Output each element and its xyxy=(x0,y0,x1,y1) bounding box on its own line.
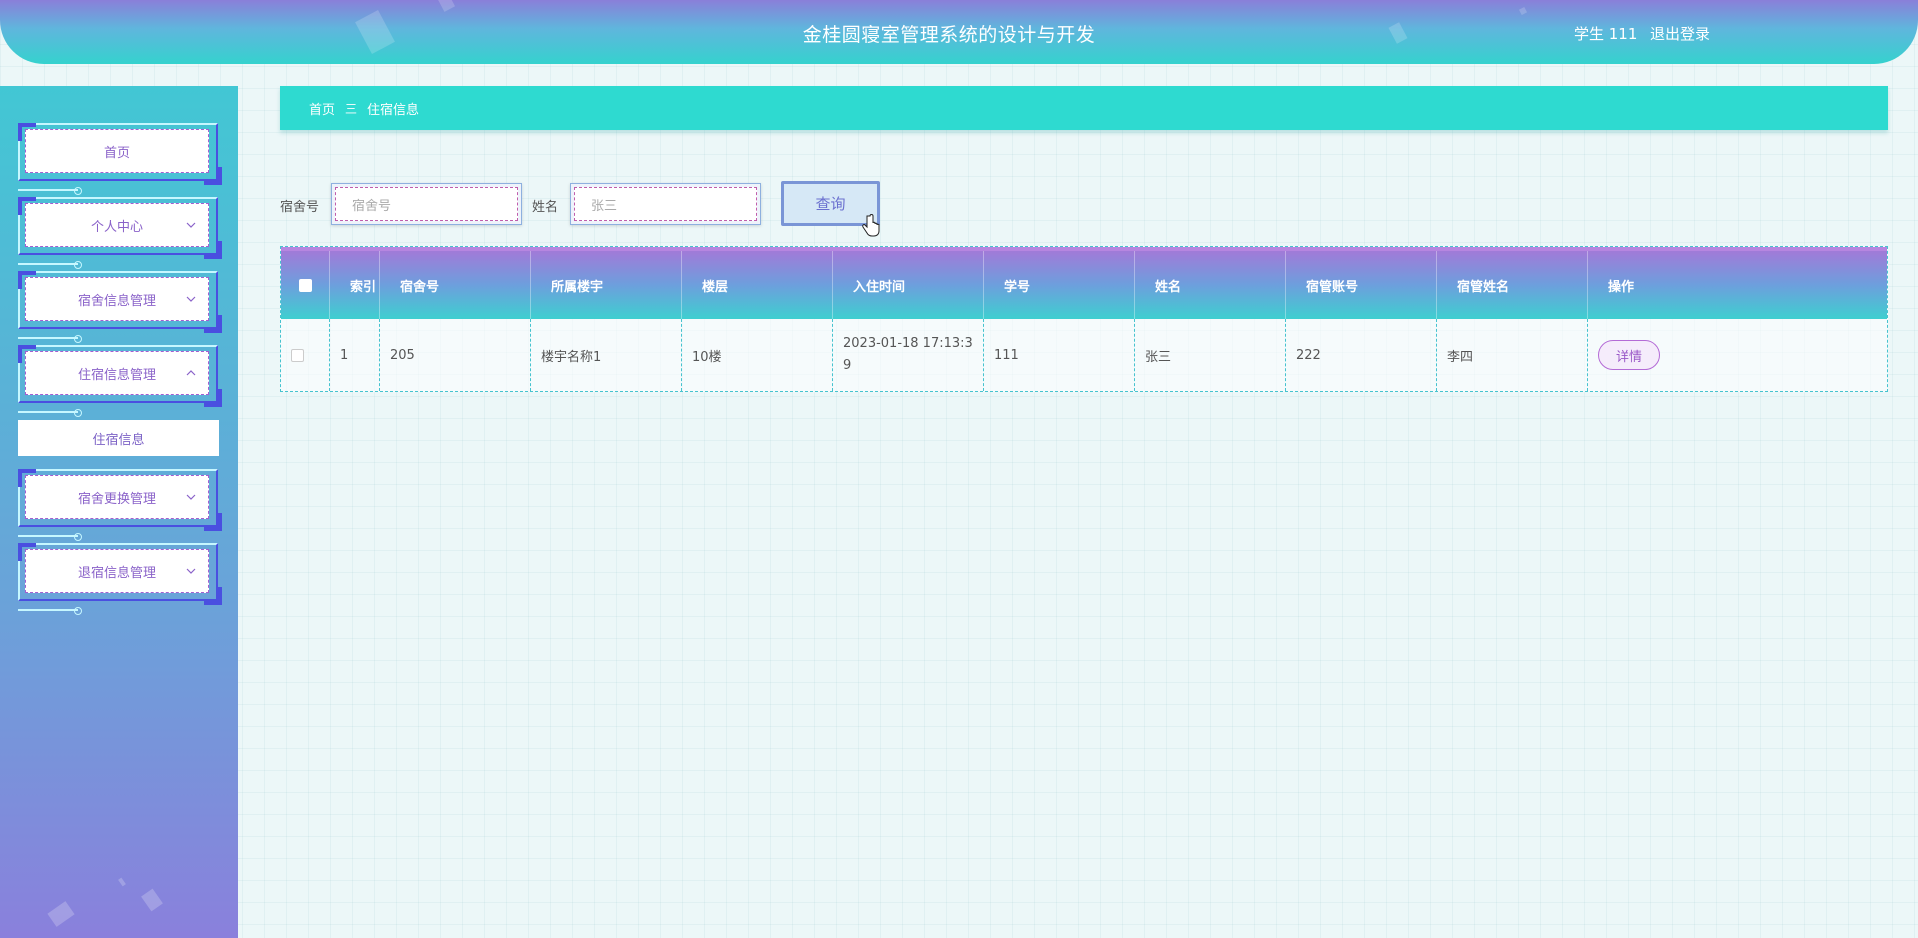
checkin-time-line2: 9 xyxy=(843,358,852,373)
column-header-building: 所属楼宇 xyxy=(531,251,682,319)
cell-index: 1 xyxy=(330,319,380,391)
column-header-student-id: 学号 xyxy=(984,251,1135,319)
column-header-actions: 操作 xyxy=(1608,279,1635,295)
sidebar-item-home-button[interactable]: 首页 xyxy=(25,129,209,173)
table-header: 索引 宿舍号 所属楼宇 楼层 入住时间 学号 姓名 宿管账号 宿管姓名 操作 xyxy=(281,247,1887,319)
cell-room: 205 xyxy=(380,319,531,391)
sidebar-item-personal-center-button[interactable]: 个人中心 xyxy=(25,203,209,247)
sidebar-item-accommodation[interactable]: 住宿信息管理 xyxy=(18,345,222,417)
select-all-header[interactable] xyxy=(281,251,330,319)
sidebar-item-label: 退宿信息管理 xyxy=(77,565,156,581)
cell-name: 张三 xyxy=(1135,319,1286,391)
sidebar-item-dorm-info-button[interactable]: 宿舍信息管理 xyxy=(25,277,209,321)
breadcrumb-current: 住宿信息 xyxy=(367,102,420,118)
sidebar-decoration xyxy=(118,877,126,887)
name-label: 姓名 xyxy=(532,200,559,215)
row-checkbox[interactable] xyxy=(291,348,304,362)
sidebar-item-label: 宿舍更换管理 xyxy=(77,491,156,507)
menu-tail xyxy=(18,533,82,541)
column-header-name: 姓名 xyxy=(1135,251,1286,319)
sidebar-item-label: 住宿信息管理 xyxy=(77,367,156,383)
sidebar-item-label: 首页 xyxy=(103,145,130,161)
chevron-down-icon xyxy=(186,568,196,574)
select-all-checkbox[interactable] xyxy=(299,278,312,292)
room-number-label: 宿舍号 xyxy=(280,200,320,215)
cell-actions: 详情 xyxy=(1588,319,1887,391)
hand-cursor-icon xyxy=(862,214,880,237)
breadcrumb: 首页 三 住宿信息 xyxy=(280,86,1888,130)
cell-building: 楼宇名称1 xyxy=(531,319,682,391)
submenu-item-accommodation-info[interactable]: 住宿信息 xyxy=(18,420,219,456)
menu-tail xyxy=(18,187,82,195)
cell-checkin-time: 2023-01-18 17:13:3 9 xyxy=(833,319,984,391)
sidebar-item-dorm-change[interactable]: 宿舍更换管理 xyxy=(18,469,222,541)
room-number-field[interactable]: 宿舍号 xyxy=(331,183,522,225)
current-user: 学生 111 xyxy=(1574,25,1638,43)
header-decoration xyxy=(436,0,456,12)
cell-floor: 10楼 xyxy=(682,319,833,391)
detail-button[interactable]: 详情 xyxy=(1598,340,1660,370)
breadcrumb-separator: 三 xyxy=(345,101,358,116)
sidebar-item-home[interactable]: 首页 xyxy=(18,123,222,195)
sidebar-decoration xyxy=(141,888,163,912)
chevron-down-icon xyxy=(186,222,196,228)
name-input[interactable]: 张三 xyxy=(574,187,757,221)
sidebar-item-dorm-info[interactable]: 宿舍信息管理 xyxy=(18,271,222,343)
menu-tail xyxy=(18,261,82,269)
checkin-time-line1: 2023-01-18 17:13:3 xyxy=(843,336,973,351)
name-field[interactable]: 张三 xyxy=(570,183,761,225)
sidebar-item-label: 宿舍信息管理 xyxy=(77,293,156,309)
menu-tail xyxy=(18,607,82,615)
sidebar-item-accommodation-button[interactable]: 住宿信息管理 xyxy=(25,351,209,395)
header-decoration xyxy=(1518,6,1528,16)
column-header-manager-account: 宿管账号 xyxy=(1286,251,1437,319)
sidebar-decoration xyxy=(47,901,75,927)
column-header-room: 宿舍号 xyxy=(380,251,531,319)
room-number-input[interactable]: 宿舍号 xyxy=(335,187,518,221)
submenu-label: 住宿信息 xyxy=(92,432,145,448)
cell-manager-account: 222 xyxy=(1286,319,1437,391)
column-header-checkin-time: 入住时间 xyxy=(833,251,984,319)
cell-student-id: 111 xyxy=(984,319,1135,391)
sidebar-item-label: 个人中心 xyxy=(90,219,143,235)
column-header-index: 索引 xyxy=(330,251,380,319)
column-header-floor: 楼层 xyxy=(682,251,833,319)
menu-tail xyxy=(18,409,82,417)
cell-manager-name: 李四 xyxy=(1437,319,1588,391)
breadcrumb-home[interactable]: 首页 xyxy=(309,99,335,118)
logout-link[interactable]: 退出登录 xyxy=(1650,23,1710,44)
sidebar-item-checkout[interactable]: 退宿信息管理 xyxy=(18,543,222,615)
menu-tail xyxy=(18,335,82,343)
chevron-down-icon xyxy=(186,296,196,302)
top-header: 金桂圆寝室管理系统的设计与开发 学生 111 退出登录 xyxy=(0,0,1918,64)
accommodation-table: 索引 宿舍号 所属楼宇 楼层 入住时间 学号 姓名 宿管账号 宿管姓名 操作 1… xyxy=(280,246,1888,392)
sidebar-item-dorm-change-button[interactable]: 宿舍更换管理 xyxy=(25,475,209,519)
sidebar-item-checkout-button[interactable]: 退宿信息管理 xyxy=(25,549,209,593)
sidebar-item-personal-center[interactable]: 个人中心 xyxy=(18,197,222,269)
chevron-up-icon xyxy=(186,370,196,376)
row-select-cell[interactable] xyxy=(281,319,330,391)
column-header-manager-name: 宿管姓名 xyxy=(1437,251,1588,319)
chevron-down-icon xyxy=(186,494,196,500)
